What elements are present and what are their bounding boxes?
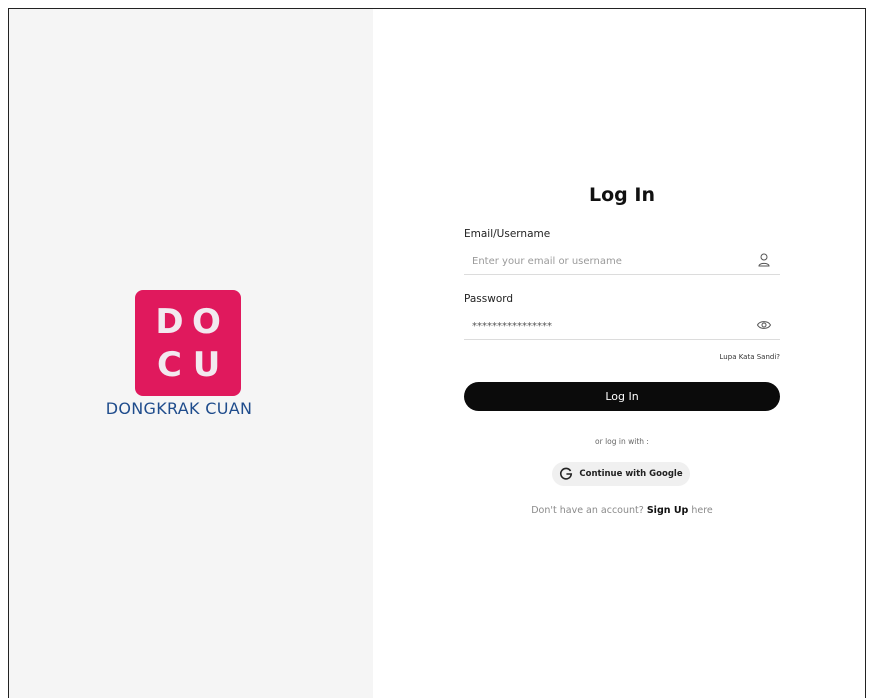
login-title: Log In — [589, 184, 655, 206]
email-input[interactable] — [470, 250, 754, 272]
google-button-label: Continue with Google — [579, 469, 683, 479]
password-input[interactable] — [470, 315, 754, 337]
password-field-row — [464, 310, 780, 340]
or-login-with-text: or log in with : — [595, 437, 649, 446]
password-label: Password — [464, 293, 514, 305]
logo-letter-o: O — [192, 301, 221, 342]
google-icon — [560, 467, 573, 480]
forgot-password-link[interactable]: Lupa Kata Sandi? — [680, 353, 780, 361]
signup-prompt: Don't have an account? Sign Up here — [464, 505, 780, 516]
email-label: Email/Username — [464, 228, 551, 240]
docu-logo: D O C U — [135, 290, 241, 396]
logo-letter-d: D — [155, 301, 184, 342]
signup-prefix: Don't have an account? — [531, 505, 644, 516]
login-button[interactable]: Log In — [464, 382, 780, 411]
email-field-row — [464, 245, 780, 275]
google-login-button[interactable]: Continue with Google — [552, 462, 690, 486]
logo-letter-u: U — [192, 344, 221, 385]
user-icon — [758, 253, 770, 267]
brand-panel: D O C U — [9, 9, 373, 698]
logo-letter-c: C — [157, 344, 182, 385]
signup-link[interactable]: Sign Up — [647, 505, 688, 516]
brand-name: DONGKRAK CUAN — [105, 399, 253, 418]
eye-icon[interactable] — [756, 317, 772, 333]
signup-suffix: here — [691, 505, 713, 516]
